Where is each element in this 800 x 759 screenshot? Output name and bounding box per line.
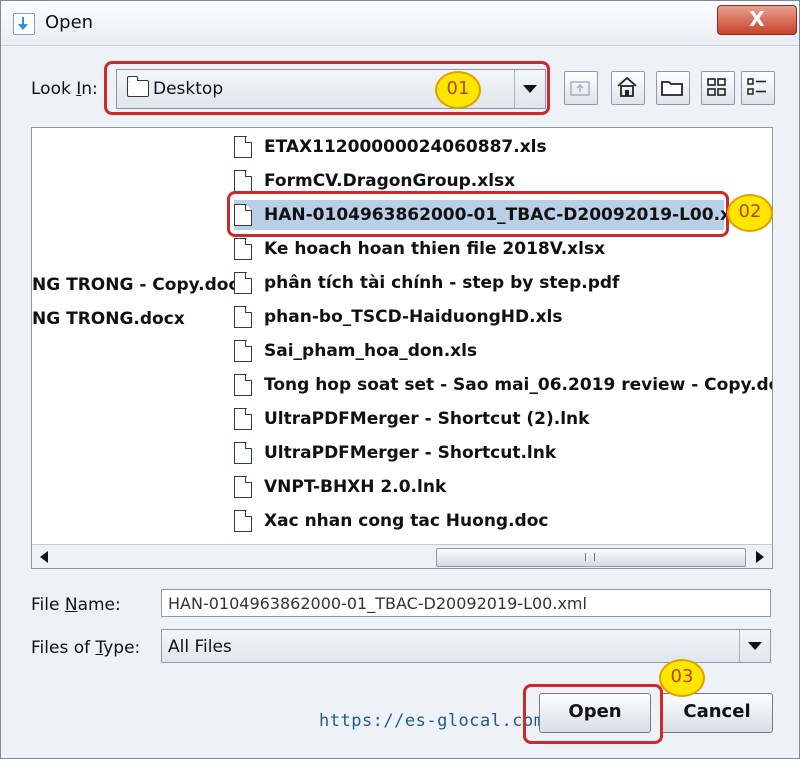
- highlight-selected-file: [227, 191, 729, 237]
- home-icon: [617, 76, 637, 97]
- file-icon: [234, 170, 252, 192]
- list-item[interactable]: phan-bo_TSCD-HaiduongHD.xls: [234, 304, 734, 330]
- cancel-button[interactable]: Cancel: [661, 693, 773, 733]
- up-one-level-icon: [570, 81, 590, 96]
- scroll-left-icon[interactable]: [36, 548, 54, 566]
- list-item[interactable]: Sai_pham_hoa_don.xls: [234, 338, 734, 364]
- up-one-level-button[interactable]: [564, 71, 598, 105]
- title-bar: Open X: [1, 1, 799, 46]
- watermark-url: https://es-glocal.com/: [319, 711, 556, 731]
- file-icon: [234, 476, 252, 498]
- step-badge-02: 02: [727, 194, 773, 232]
- file-icon: [234, 238, 252, 260]
- home-button[interactable]: [611, 71, 645, 105]
- open-dialog: Open X Look In: Desktop 01 NG TRONG - Co…: [0, 0, 800, 759]
- highlight-look-in: [104, 61, 550, 115]
- file-icon: [234, 408, 252, 430]
- file-name-label: File Name:: [31, 595, 121, 615]
- list-view-button[interactable]: [701, 71, 735, 105]
- step-badge-03: 03: [659, 659, 705, 697]
- highlight-open-button: [523, 684, 663, 744]
- file-icon: [234, 272, 252, 294]
- details-view-icon: [747, 78, 766, 95]
- file-icon: [234, 442, 252, 464]
- list-item[interactable]: Tong hop soat set - Sao mai_06.2019 revi…: [234, 372, 772, 398]
- file-icon: [234, 306, 252, 328]
- step-badge-01: 01: [435, 71, 481, 109]
- list-item[interactable]: NG TRONG.docx: [32, 309, 185, 329]
- chevron-down-icon[interactable]: [739, 630, 770, 662]
- horizontal-scrollbar[interactable]: [32, 544, 772, 568]
- scrollbar-thumb[interactable]: [436, 548, 746, 567]
- file-icon: [234, 136, 252, 158]
- java-app-icon: [13, 13, 35, 35]
- new-folder-icon: [661, 81, 683, 96]
- file-icon: [234, 510, 252, 532]
- list-item[interactable]: phân tích tài chính - step by step.pdf: [234, 270, 734, 296]
- files-of-type-label: Files of Type:: [31, 638, 141, 658]
- files-of-type-value: All Files: [168, 637, 232, 657]
- list-item[interactable]: UltraPDFMerger - Shortcut (2).lnk: [234, 406, 734, 432]
- list-item[interactable]: VNPT-BHXH 2.0.lnk: [234, 474, 734, 500]
- scroll-right-icon[interactable]: [750, 548, 768, 566]
- files-of-type-combo[interactable]: All Files: [161, 629, 771, 663]
- list-item[interactable]: Xac nhan cong tac Huong.doc: [234, 508, 734, 534]
- list-item[interactable]: NG TRONG - Copy.docx: [32, 275, 250, 295]
- list-item[interactable]: UltraPDFMerger - Shortcut.lnk: [234, 440, 734, 466]
- window-title: Open: [45, 12, 94, 33]
- close-button[interactable]: X: [717, 5, 797, 35]
- file-icon: [234, 374, 252, 396]
- list-item[interactable]: ETAX11200000024060887.xls: [234, 134, 734, 160]
- list-view-icon: [707, 78, 726, 96]
- details-view-button[interactable]: [741, 71, 775, 105]
- file-name-input[interactable]: HAN-0104963862000-01_TBAC-D20092019-L00.…: [161, 589, 771, 617]
- list-item[interactable]: Ke hoach hoan thien file 2018V.xlsx: [234, 236, 734, 262]
- look-in-label: Look In:: [31, 79, 98, 99]
- file-icon: [234, 340, 252, 362]
- new-folder-button[interactable]: [656, 71, 690, 105]
